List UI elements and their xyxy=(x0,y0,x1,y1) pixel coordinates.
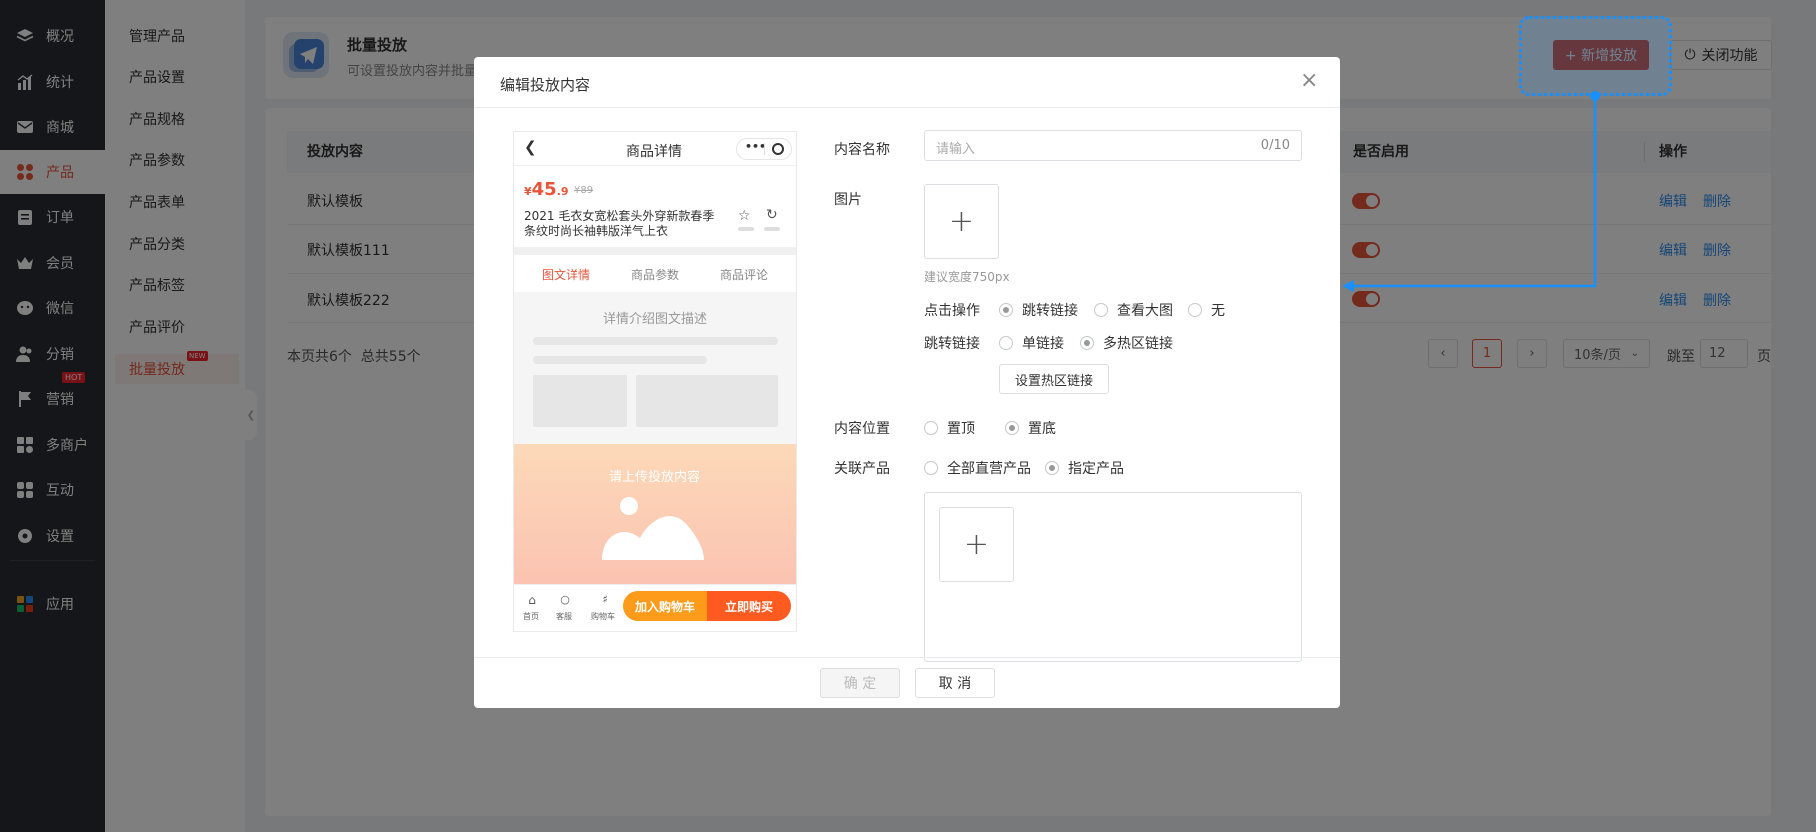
skeleton-block xyxy=(636,375,778,427)
image-placeholder-icon xyxy=(602,497,704,560)
name-label: 内容名称 xyxy=(834,142,890,158)
radio-label: 置底 xyxy=(1028,421,1056,437)
phone-title: 商品详情 xyxy=(626,144,682,160)
radio-dot xyxy=(924,461,938,475)
edit-placement-modal: 编辑投放内容 × ❮ 商品详情 ••• ¥45.9 ¥89 2021 毛衣女宽松… xyxy=(474,57,1340,708)
radio-label: 查看大图 xyxy=(1117,303,1173,319)
image-upload-button[interactable]: + xyxy=(924,184,999,259)
phone-navbar: ❮ 商品详情 ••• xyxy=(514,132,796,166)
position-label: 内容位置 xyxy=(834,421,890,437)
modal-footer: 确 定 取 消 xyxy=(474,657,1340,708)
radio-dot xyxy=(1045,461,1059,475)
radio-label: 指定产品 xyxy=(1068,461,1124,477)
radio-dot xyxy=(1005,421,1019,435)
bottom-label-service: 客服 xyxy=(556,612,572,621)
link-type-label: 跳转链接 xyxy=(924,336,980,352)
modal-header: 编辑投放内容 × xyxy=(474,57,1340,108)
modal-title: 编辑投放内容 xyxy=(500,76,591,94)
product-title-line2: 条纹时尚长袖韩版洋气上衣 xyxy=(524,224,669,238)
radio-label: 多热区链接 xyxy=(1103,336,1173,352)
add-product-button[interactable]: + xyxy=(939,507,1014,582)
click-action-label: 点击操作 xyxy=(924,303,980,319)
radio-label: 无 xyxy=(1211,303,1225,319)
upload-banner: 请上传投放内容 xyxy=(514,444,796,584)
skeleton-bar xyxy=(533,356,707,364)
content-name-input[interactable]: 请输入 0/10 xyxy=(924,130,1302,161)
price-integer: 45 xyxy=(531,179,557,200)
radio-label: 单链接 xyxy=(1022,336,1064,352)
upload-hint: 请上传投放内容 xyxy=(609,470,701,485)
service-icon: ○ xyxy=(560,593,570,606)
image-label: 图片 xyxy=(834,192,862,208)
capsule-divider xyxy=(764,143,765,155)
phone-spacer xyxy=(514,247,796,255)
skeleton-bar xyxy=(764,227,780,231)
phone-preview: ❮ 商品详情 ••• ¥45.9 ¥89 2021 毛衣女宽松套头外穿新款春季 … xyxy=(513,131,797,632)
capsule-menu: ••• xyxy=(736,138,792,160)
price-currency: ¥ xyxy=(524,185,532,198)
radio-dot xyxy=(1094,303,1108,317)
radio-specific-products[interactable]: 指定产品 xyxy=(1045,458,1124,478)
annotation-arrow xyxy=(1342,91,1600,292)
name-placeholder: 请输入 xyxy=(936,142,976,157)
more-icon: ••• xyxy=(745,140,767,153)
radio-dot xyxy=(999,336,1013,350)
add-to-cart-button: 加入购物车 xyxy=(623,591,707,621)
skeleton-bar xyxy=(533,337,778,345)
image-hint: 建议宽度750px xyxy=(924,270,1010,284)
set-hotzone-button[interactable]: 设置热区链接 xyxy=(999,364,1109,394)
cart-icon: ♯ xyxy=(602,593,608,606)
radio-none[interactable]: 无 xyxy=(1188,300,1225,320)
name-counter: 0/10 xyxy=(1260,138,1290,153)
detail-placeholder: 详情介绍图文描述 xyxy=(603,312,708,327)
radio-multi-hotzone[interactable]: 多热区链接 xyxy=(1080,333,1173,353)
radio-single-link[interactable]: 单链接 xyxy=(999,333,1064,353)
buy-now-button: 立即购买 xyxy=(707,591,791,621)
price-decimal: .9 xyxy=(556,185,569,198)
radio-dot xyxy=(1080,336,1094,350)
phone-tab-reviews: 商品评论 xyxy=(720,268,769,282)
cancel-button[interactable]: 取 消 xyxy=(915,668,995,698)
share-icon: ↻ xyxy=(766,207,778,223)
radio-jump-link[interactable]: 跳转链接 xyxy=(999,300,1078,320)
back-icon: ❮ xyxy=(524,138,537,156)
phone-tab-params: 商品参数 xyxy=(631,268,680,282)
bottom-label-cart: 购物车 xyxy=(591,612,615,621)
radio-all-products[interactable]: 全部直营产品 xyxy=(924,458,1031,478)
old-price: ¥89 xyxy=(574,185,594,196)
phone-tab-detail: 图文详情 xyxy=(542,268,591,282)
related-product-label: 关联产品 xyxy=(834,461,890,477)
radio-dot xyxy=(924,421,938,435)
radio-dot xyxy=(999,303,1013,317)
radio-label: 全部直营产品 xyxy=(947,461,1031,477)
plus-icon: + xyxy=(948,204,975,239)
target-icon xyxy=(772,143,784,155)
radio-position-bottom[interactable]: 置底 xyxy=(1005,418,1056,438)
close-icon[interactable]: × xyxy=(1300,68,1318,93)
skeleton-block xyxy=(533,375,627,427)
radio-position-top[interactable]: 置顶 xyxy=(924,418,975,438)
price: ¥45.9 xyxy=(524,179,569,200)
star-icon: ☆ xyxy=(738,208,751,224)
plus-icon: + xyxy=(963,527,990,562)
radio-dot xyxy=(1188,303,1202,317)
annotation-highlight-box xyxy=(1519,16,1672,96)
radio-view-image[interactable]: 查看大图 xyxy=(1094,300,1173,320)
phone-bottom-bar: ⌂ 首页 ○ 客服 ♯ 购物车 加入购物车 立即购买 xyxy=(514,584,796,631)
bottom-label-home: 首页 xyxy=(523,612,539,621)
skeleton-bar xyxy=(738,227,754,231)
confirm-button[interactable]: 确 定 xyxy=(820,668,900,698)
radio-label: 跳转链接 xyxy=(1022,303,1078,319)
radio-label: 置顶 xyxy=(947,421,975,437)
home-icon: ⌂ xyxy=(528,593,536,607)
